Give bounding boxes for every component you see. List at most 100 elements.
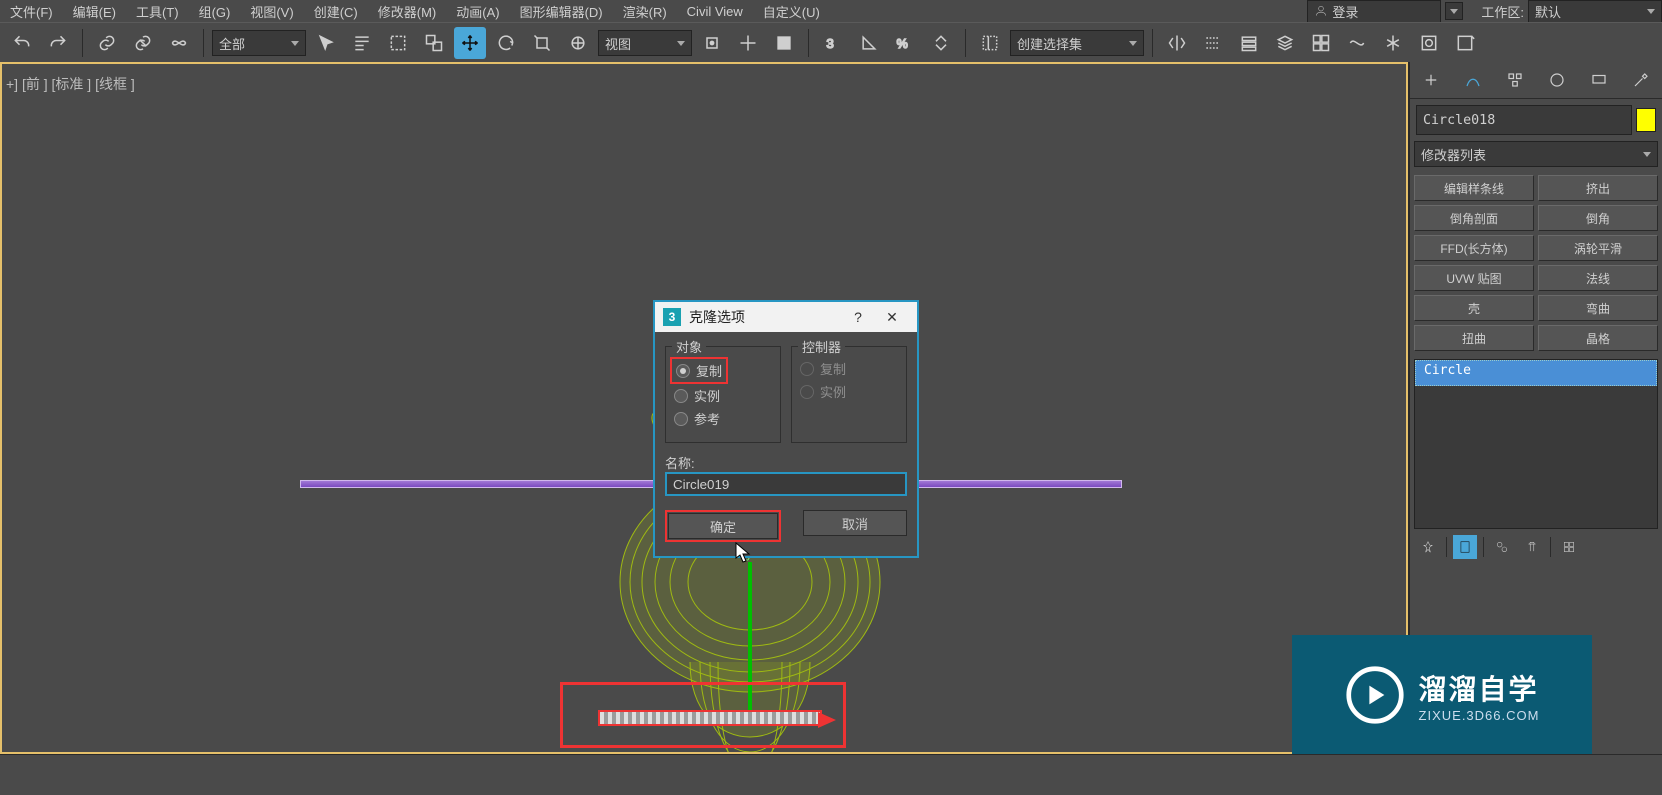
link-button[interactable]: [91, 27, 123, 59]
configure-modifier-sets-button[interactable]: [1557, 535, 1581, 559]
mod-shell[interactable]: 壳: [1414, 295, 1534, 321]
bind-spacewarp-button[interactable]: [163, 27, 195, 59]
rectangular-region-button[interactable]: [382, 27, 414, 59]
mod-bend[interactable]: 弯曲: [1538, 295, 1658, 321]
menu-tools[interactable]: 工具(T): [126, 0, 189, 23]
reference-coord-dropdown[interactable]: 视图: [598, 30, 692, 56]
menu-group[interactable]: 组(G): [189, 0, 241, 23]
clone-controller-group: 控制器 复制 实例: [791, 346, 907, 443]
menu-create[interactable]: 创建(C): [304, 0, 368, 23]
tab-display[interactable]: [1581, 65, 1617, 95]
radio-copy[interactable]: [676, 364, 690, 378]
make-unique-button[interactable]: [1490, 535, 1514, 559]
modifier-list-label: 修改器列表: [1421, 145, 1486, 164]
watermark-url: ZIXUE.3D66.COM: [1419, 708, 1540, 723]
menu-modifiers[interactable]: 修改器(M): [368, 0, 447, 23]
ctrl-radio-copy-label: 复制: [820, 359, 846, 378]
snap-toggle-button[interactable]: 3: [817, 27, 849, 59]
stack-toolbar: [1410, 529, 1662, 565]
edit-named-selection-button[interactable]: [974, 27, 1006, 59]
mod-turbosmooth[interactable]: 涡轮平滑: [1538, 235, 1658, 261]
tab-create[interactable]: [1413, 65, 1449, 95]
redo-button[interactable]: [42, 27, 74, 59]
clone-options-dialog: 3 克隆选项 ? ✕ 对象 复制 实例 参考: [653, 300, 919, 558]
menu-rendering[interactable]: 渲染(R): [613, 0, 677, 23]
mod-extrude[interactable]: 挤出: [1538, 175, 1658, 201]
select-and-scale-button[interactable]: [526, 27, 558, 59]
curve-editor-button[interactable]: [1305, 27, 1337, 59]
selection-filter-dropdown[interactable]: 全部: [212, 30, 306, 56]
mod-ffd-box[interactable]: FFD(长方体): [1414, 235, 1534, 261]
select-by-name-button[interactable]: [346, 27, 378, 59]
login-caret[interactable]: [1445, 2, 1463, 20]
schematic-view-button[interactable]: [1341, 27, 1373, 59]
select-and-manipulate-button[interactable]: [732, 27, 764, 59]
modifier-list-dropdown[interactable]: 修改器列表: [1414, 141, 1658, 167]
unlink-button[interactable]: [127, 27, 159, 59]
mod-edit-spline[interactable]: 编辑样条线: [1414, 175, 1534, 201]
menu-graph-editors[interactable]: 图形编辑器(D): [510, 0, 613, 23]
object-name-input[interactable]: [1416, 105, 1632, 135]
workspace-label: 工作区:: [1481, 2, 1524, 21]
clone-name-input[interactable]: [665, 472, 907, 496]
select-and-rotate-button[interactable]: [490, 27, 522, 59]
reference-coord-value: 视图: [605, 34, 631, 53]
ctrl-radio-copy: [800, 362, 814, 376]
layer-explorer-button[interactable]: [1233, 27, 1265, 59]
mod-bevel[interactable]: 倒角: [1538, 205, 1658, 231]
window-crossing-button[interactable]: [418, 27, 450, 59]
mirror-button[interactable]: [1161, 27, 1193, 59]
dialog-close-button[interactable]: ✕: [875, 302, 909, 332]
align-button[interactable]: [1197, 27, 1229, 59]
dialog-help-button[interactable]: ?: [841, 302, 875, 332]
menu-file[interactable]: 文件(F): [0, 0, 63, 23]
tab-utilities[interactable]: [1623, 65, 1659, 95]
modifier-buttons-grid: 编辑样条线 挤出 倒角剖面 倒角 FFD(长方体) 涡轮平滑 UVW 贴图 法线…: [1410, 173, 1662, 353]
select-and-move-button[interactable]: [454, 27, 486, 59]
pin-stack-button[interactable]: [1416, 535, 1440, 559]
keyboard-shortcut-override-button[interactable]: [768, 27, 800, 59]
mod-twist[interactable]: 扭曲: [1414, 325, 1534, 351]
viewport-label[interactable]: +] [前 ] [标准 ] [线框 ]: [6, 74, 135, 94]
render-setup-button[interactable]: [1413, 27, 1445, 59]
use-pivot-center-button[interactable]: [696, 27, 728, 59]
mod-bevel-profile[interactable]: 倒角剖面: [1414, 205, 1534, 231]
radio-instance[interactable]: [674, 389, 688, 403]
undo-button[interactable]: [6, 27, 38, 59]
modifier-stack[interactable]: Circle: [1414, 359, 1658, 529]
angle-snap-button[interactable]: [853, 27, 885, 59]
menu-edit[interactable]: 编辑(E): [63, 0, 126, 23]
ok-button[interactable]: 确定: [668, 513, 778, 539]
login-label: 登录: [1332, 2, 1358, 21]
tab-modify[interactable]: [1455, 65, 1491, 95]
mod-lattice[interactable]: 晶格: [1538, 325, 1658, 351]
login-dropdown[interactable]: 登录: [1307, 0, 1441, 23]
cancel-button[interactable]: 取消: [803, 510, 907, 536]
workspace-dropdown[interactable]: 默认: [1528, 0, 1662, 23]
menu-civil-view[interactable]: Civil View: [677, 2, 753, 21]
show-end-result-button[interactable]: [1453, 535, 1477, 559]
mod-normal[interactable]: 法线: [1538, 265, 1658, 291]
percent-snap-button[interactable]: %: [889, 27, 921, 59]
menu-customize[interactable]: 自定义(U): [753, 0, 830, 23]
mod-uvw-map[interactable]: UVW 贴图: [1414, 265, 1534, 291]
select-object-button[interactable]: [310, 27, 342, 59]
named-selection-dropdown[interactable]: 创建选择集: [1010, 30, 1144, 56]
spinner-snap-button[interactable]: [925, 27, 957, 59]
material-editor-button[interactable]: [1377, 27, 1409, 59]
remove-modifier-button[interactable]: [1520, 535, 1544, 559]
clone-object-group-label: 对象: [672, 337, 706, 356]
toggle-ribbon-button[interactable]: [1269, 27, 1301, 59]
menu-animation[interactable]: 动画(A): [446, 0, 509, 23]
render-frame-button[interactable]: [1449, 27, 1481, 59]
dialog-titlebar[interactable]: 3 克隆选项 ? ✕: [655, 302, 917, 332]
menu-views[interactable]: 视图(V): [240, 0, 303, 23]
object-color-swatch[interactable]: [1636, 108, 1656, 132]
stack-item-circle[interactable]: Circle: [1415, 360, 1657, 386]
tab-motion[interactable]: [1539, 65, 1575, 95]
select-and-place-button[interactable]: [562, 27, 594, 59]
clone-controller-group-label: 控制器: [798, 337, 845, 356]
radio-reference-label: 参考: [694, 409, 720, 428]
tab-hierarchy[interactable]: [1497, 65, 1533, 95]
radio-reference[interactable]: [674, 412, 688, 426]
